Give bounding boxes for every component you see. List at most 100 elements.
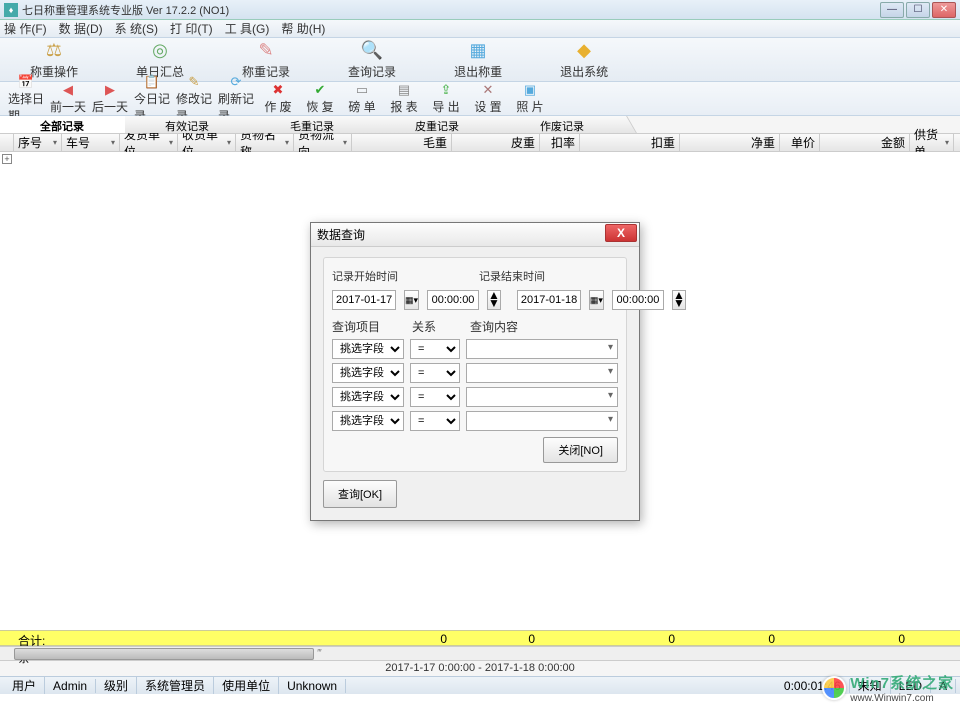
column-header[interactable]: 金额 [820,134,910,151]
subtoolbar-icon: ⇪ [438,82,454,98]
totals-cell [780,631,820,645]
column-header[interactable]: 序号▾ [14,134,62,151]
subtoolbar-button[interactable]: ▤报 表 [386,82,422,115]
end-time-spinner[interactable]: ▲▼ [672,290,686,310]
tab[interactable]: 有效记录 [125,116,250,133]
horizontal-scrollbar[interactable]: ‴ [0,646,960,660]
subtoolbar-button[interactable]: ▭磅 单 [344,82,380,115]
column-header[interactable]: 车号▾ [62,134,120,151]
end-date-picker-icon[interactable]: ▦▾ [589,290,604,310]
start-time-spinner[interactable]: ▲▼ [487,290,501,310]
subtoolbar-icon: ✎ [186,74,202,90]
start-time-input[interactable] [427,290,479,310]
query-dialog: 数据查询 X 记录开始时间 记录结束时间 ▦▾ ▲▼ ▦▾ [310,222,640,521]
subtoolbar-icon: ▤ [396,82,412,98]
dialog-close-button[interactable]: X [605,224,637,242]
scroll-marker: ‴ [318,648,322,659]
app-icon: ♦ [4,3,18,17]
subtoolbar-icon: ✔ [312,82,328,98]
subtoolbar-label: 导 出 [432,98,459,115]
subtoolbar-button[interactable]: ◀前一天 [50,82,86,115]
column-header[interactable]: 扣重 [580,134,680,151]
tab[interactable]: 毛重记录 [250,116,375,133]
query-relation-select[interactable]: = [410,363,460,383]
column-header[interactable]: 货物流向▾ [294,134,352,151]
column-header[interactable]: 收货单位▾ [178,134,236,151]
column-header[interactable]: 供货单▾ [910,134,954,151]
expand-icon[interactable]: + [2,154,12,164]
column-header[interactable]: 发货单位▾ [120,134,178,151]
menu-item[interactable]: 帮 助(H) [281,20,325,37]
query-field-select[interactable]: 挑选字段 [332,411,404,431]
toolbar-icon: 🔍 [361,39,383,61]
status-level: 系统管理员 [137,677,214,694]
window-titlebar: ♦ 七日称重管理系统专业版 Ver 17.2.2 (NO1) — ☐ ✕ [0,0,960,20]
start-date-input[interactable] [332,290,396,310]
totals-cell [62,631,120,645]
toolbar-button[interactable]: ◆退出系统 [560,39,608,80]
column-header[interactable]: 扣率 [540,134,580,151]
maximize-button[interactable]: ☐ [906,2,930,18]
menu-item[interactable]: 打 印(T) [170,20,213,37]
watermark-url: www.Winwin7.com [850,693,954,704]
subtoolbar-icon: ⟳ [228,74,244,90]
dialog-titlebar[interactable]: 数据查询 X [311,223,639,247]
subtoolbar-icon: ✕ [480,82,496,98]
subtoolbar-button[interactable]: ▣照 片 [512,82,548,115]
totals-cell [120,631,178,645]
toolbar-label: 退出系统 [560,63,608,80]
tab[interactable]: 皮重记录 [375,116,500,133]
end-time-label: 记录结束时间 [479,271,545,283]
column-header[interactable]: 净重 [680,134,780,151]
toolbar-label: 查询记录 [348,63,396,80]
subtoolbar-button[interactable]: ⇪导 出 [428,82,464,115]
statusbar: 用户 Admin 级别 系统管理员 使用单位 Unknown 0:00:01:4… [0,676,960,694]
query-content-combo[interactable] [466,363,618,383]
end-date-input[interactable] [517,290,581,310]
close-button[interactable]: ✕ [932,2,956,18]
tab[interactable]: 全部记录 [0,116,125,133]
query-field-select[interactable]: 挑选字段 [332,339,404,359]
query-relation-select[interactable]: = [410,339,460,359]
status-a: A [931,679,956,693]
menu-item[interactable]: 工 具(G) [225,20,270,37]
dialog-close-no-button[interactable]: 关闭[NO] [543,437,618,463]
subtoolbar-icon: 📋 [144,74,160,90]
column-header[interactable]: 货物名称▾ [236,134,294,151]
query-field-select[interactable]: 挑选字段 [332,387,404,407]
column-header[interactable]: 毛重 [352,134,452,151]
query-content-combo[interactable] [466,411,618,431]
totals-cell: 0 [580,631,680,645]
toolbar-label: 退出称重 [454,63,502,80]
totals-cell [236,631,294,645]
sub-toolbar: 📅选择日期◀前一天▶后一天📋今日记录✎修改记录⟳刷新记录✖作 废✔恢 复▭磅 单… [0,82,960,116]
totals-cell: 0 [352,631,452,645]
toolbar-button[interactable]: ▦退出称重 [454,39,502,80]
menu-item[interactable]: 操 作(F) [4,20,47,37]
column-header[interactable]: 皮重 [452,134,540,151]
query-content-combo[interactable] [466,387,618,407]
minimize-button[interactable]: — [880,2,904,18]
subtoolbar-icon: 📅 [18,74,34,90]
tab[interactable]: 作废记录 [500,116,625,133]
menu-item[interactable]: 数 据(D) [59,20,103,37]
subtoolbar-icon: ▭ [354,82,370,98]
scrollbar-thumb[interactable] [14,648,314,660]
menu-item[interactable]: 系 统(S) [115,20,158,37]
dialog-query-ok-button[interactable]: 查询[OK] [323,480,397,508]
subtoolbar-button[interactable]: ✕设 置 [470,82,506,115]
query-content-combo[interactable] [466,339,618,359]
status-clock: 0:00:01:46 [776,679,850,693]
subtoolbar-button[interactable]: ✔恢 复 [302,82,338,115]
grid-header: 序号▾车号▾发货单位▾收货单位▾货物名称▾货物流向▾毛重皮重扣率扣重净重单价金额… [0,134,960,152]
query-relation-select[interactable]: = [410,411,460,431]
start-date-picker-icon[interactable]: ▦▾ [404,290,419,310]
subtoolbar-button[interactable]: ▶后一天 [92,82,128,115]
subtoolbar-button[interactable]: ✖作 废 [260,82,296,115]
end-time-input[interactable] [612,290,664,310]
query-field-select[interactable]: 挑选字段 [332,363,404,383]
subtoolbar-label: 作 废 [264,98,291,115]
column-header[interactable]: 单价 [780,134,820,151]
query-relation-select[interactable]: = [410,387,460,407]
toolbar-button[interactable]: 🔍 查询记录 [348,39,396,80]
